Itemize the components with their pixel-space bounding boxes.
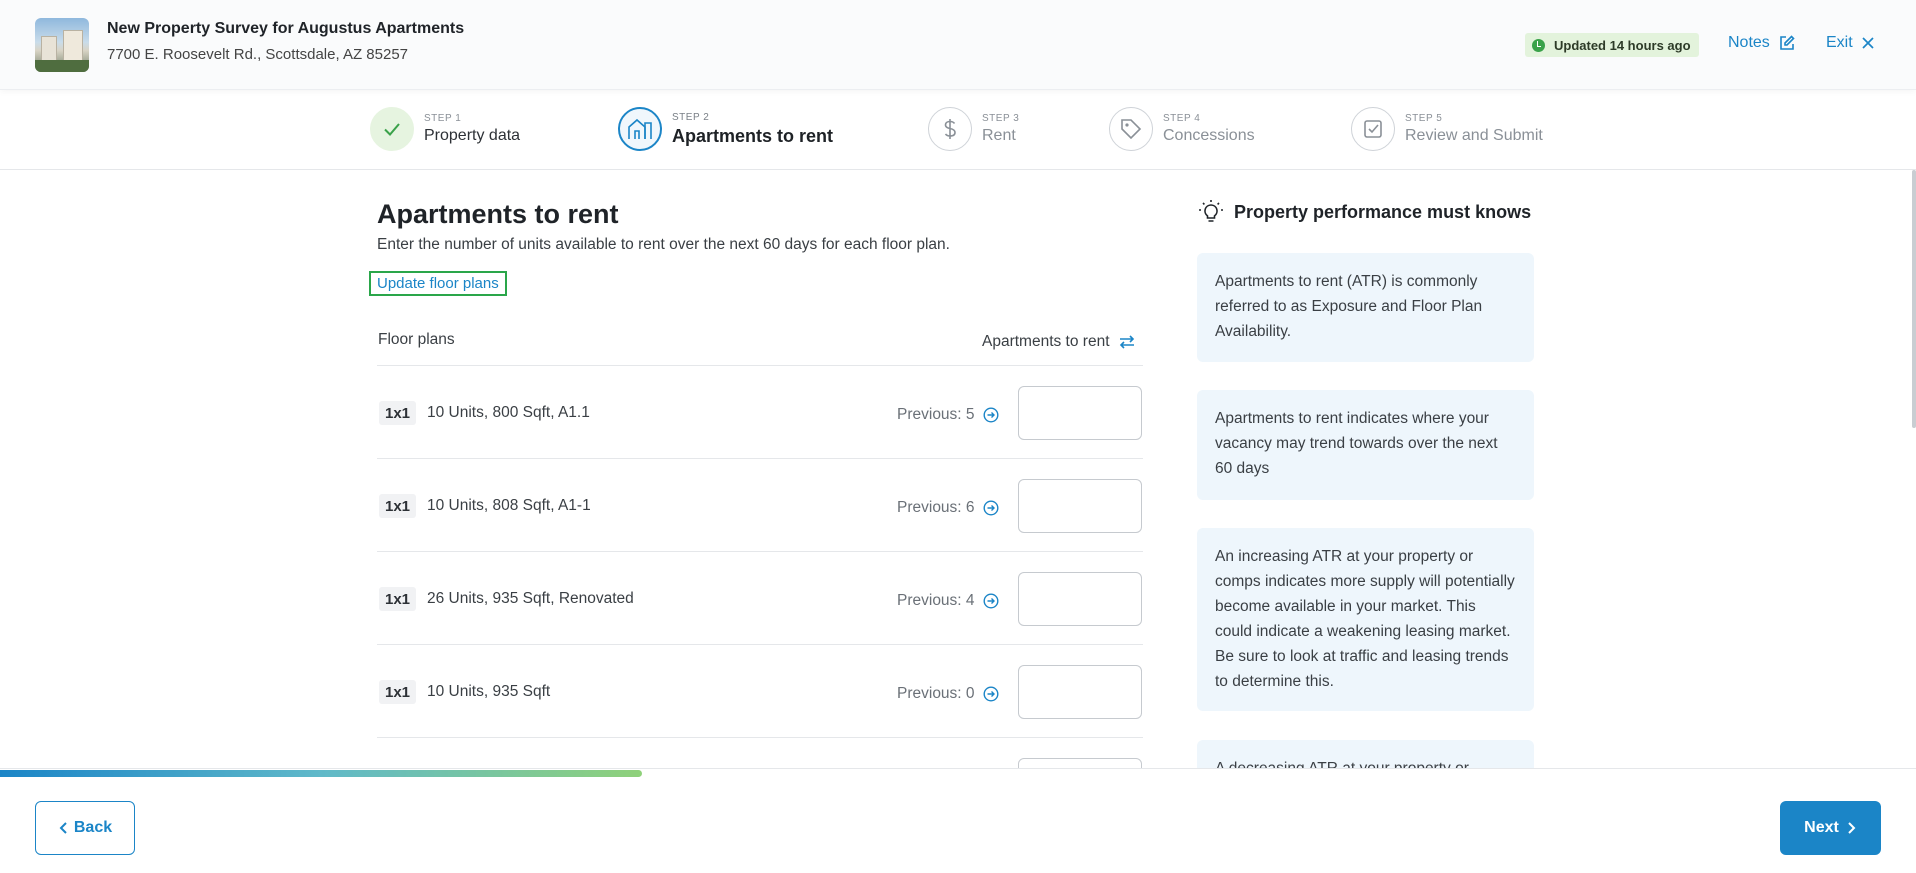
app-header: New Property Survey for Augustus Apartme…: [0, 0, 1916, 90]
next-label: Next: [1804, 819, 1839, 836]
step-number: STEP 5: [1405, 113, 1443, 124]
arrow-right-circle-icon[interactable]: [983, 500, 999, 516]
previous-value-link[interactable]: Previous: 0: [897, 685, 999, 703]
bed-bath-badge: 1x1: [379, 587, 416, 611]
tip-card: An increasing ATR at your property or co…: [1197, 528, 1534, 711]
update-floor-plans-button[interactable]: Update floor plans: [369, 271, 507, 296]
checkbox-icon: [1351, 107, 1395, 151]
previous-value-link[interactable]: Previous: 4: [897, 592, 999, 610]
previous-value: Previous: 0: [897, 685, 975, 702]
chevron-right-icon: [1848, 822, 1856, 834]
previous-value: Previous: 5: [897, 406, 975, 423]
dollar-icon: [928, 107, 972, 151]
previous-value: Previous: 4: [897, 592, 975, 609]
building-icon: [618, 107, 662, 151]
step-apartments-to-rent[interactable]: STEP 2 Apartments to rent: [618, 107, 833, 151]
edit-icon: [1779, 35, 1795, 50]
back-button[interactable]: Back: [35, 801, 135, 855]
previous-value-link[interactable]: Previous: 5: [897, 406, 999, 424]
page-title: Apartments to rent: [377, 199, 619, 229]
notes-button[interactable]: Notes: [1728, 34, 1796, 52]
tip-card: Apartments to rent (ATR) is commonly ref…: [1197, 253, 1534, 362]
bed-bath-badge: 1x1: [379, 680, 416, 704]
floor-plan-row: 1x1 10 Units, 935 Sqft Previous: 0: [377, 644, 1143, 737]
step-number: STEP 4: [1163, 113, 1201, 124]
updated-text: Updated 14 hours ago: [1554, 37, 1691, 53]
property-thumbnail: [35, 18, 89, 72]
atr-input[interactable]: [1018, 572, 1142, 626]
progress-stepper: STEP 1 Property data STEP 2 Apartments t…: [0, 91, 1916, 170]
floor-plan-row: 1x1 10 Units, 800 Sqft, A1.1 Previous: 5: [377, 365, 1143, 458]
arrow-right-circle-icon[interactable]: [983, 686, 999, 702]
chevron-left-icon: [59, 822, 67, 834]
step-label: Review and Submit: [1405, 127, 1543, 144]
checkmark-icon: [370, 107, 414, 151]
step-rent[interactable]: STEP 3 Rent: [928, 107, 1019, 151]
exit-button[interactable]: Exit: [1826, 34, 1875, 52]
previous-value-link[interactable]: Previous: 6: [897, 499, 999, 517]
step-label: Property data: [424, 127, 521, 144]
close-icon: [1862, 37, 1874, 49]
page-scrollbar[interactable]: [1912, 170, 1916, 428]
atr-input[interactable]: [1018, 386, 1142, 440]
previous-value: Previous: 6: [897, 499, 975, 516]
side-panel-heading: Property performance must knows: [1198, 199, 1531, 225]
survey-progress-bar: [0, 770, 642, 777]
notes-label: Notes: [1728, 34, 1770, 51]
lightbulb-icon: [1199, 200, 1223, 222]
atr-header[interactable]: Apartments to rent: [982, 333, 1136, 351]
swap-icon[interactable]: [1118, 334, 1136, 350]
atr-input[interactable]: [1018, 665, 1142, 719]
step-property-data[interactable]: STEP 1 Property data: [370, 107, 520, 151]
page-description: Enter the number of units available to r…: [377, 236, 950, 253]
floor-plans-header: Floor plans: [378, 331, 455, 348]
step-number: STEP 2: [672, 111, 710, 123]
next-button[interactable]: Next: [1780, 801, 1881, 855]
step-label: Apartments to rent: [672, 125, 834, 146]
arrow-right-circle-icon[interactable]: [983, 593, 999, 609]
side-panel-title: Property performance must knows: [1234, 201, 1532, 222]
floor-plan-description: 10 Units, 800 Sqft, A1.1: [427, 404, 590, 421]
step-concessions[interactable]: STEP 4 Concessions: [1109, 107, 1255, 151]
arrow-right-circle-icon[interactable]: [983, 407, 999, 423]
floor-plan-description: 10 Units, 808 Sqft, A1-1: [427, 497, 591, 514]
survey-title: New Property Survey for Augustus Apartme…: [107, 20, 465, 37]
footer-bar: [0, 768, 1916, 873]
exit-label: Exit: [1826, 34, 1853, 51]
tag-icon: [1109, 107, 1153, 151]
floor-plan-list: 1x1 10 Units, 800 Sqft, A1.1 Previous: 5…: [377, 365, 1143, 777]
atr-input[interactable]: [1018, 479, 1142, 533]
step-review-and-submit[interactable]: STEP 5 Review and Submit: [1351, 107, 1543, 151]
back-label: Back: [73, 819, 113, 836]
bed-bath-badge: 1x1: [379, 401, 416, 425]
updated-badge: Updated 14 hours ago: [1525, 33, 1699, 57]
tip-card: Apartments to rent indicates where your …: [1197, 390, 1534, 500]
clock-icon: [1532, 38, 1545, 52]
step-number: STEP 1: [424, 113, 462, 124]
step-label: Concessions: [1163, 127, 1255, 144]
bed-bath-badge: 1x1: [379, 494, 416, 518]
property-address: 7700 E. Roosevelt Rd., Scottsdale, AZ 85…: [107, 46, 409, 63]
step-label: Rent: [982, 127, 1016, 144]
floor-plan-description: 10 Units, 935 Sqft: [427, 683, 551, 700]
floor-plan-description: 26 Units, 935 Sqft, Renovated: [427, 590, 634, 607]
step-number: STEP 3: [982, 113, 1020, 124]
floor-plan-row: 1x1 26 Units, 935 Sqft, Renovated Previo…: [377, 551, 1143, 644]
atr-header-label: Apartments to rent: [982, 333, 1110, 350]
floor-plan-row: 1x1 10 Units, 808 Sqft, A1-1 Previous: 6: [377, 458, 1143, 551]
